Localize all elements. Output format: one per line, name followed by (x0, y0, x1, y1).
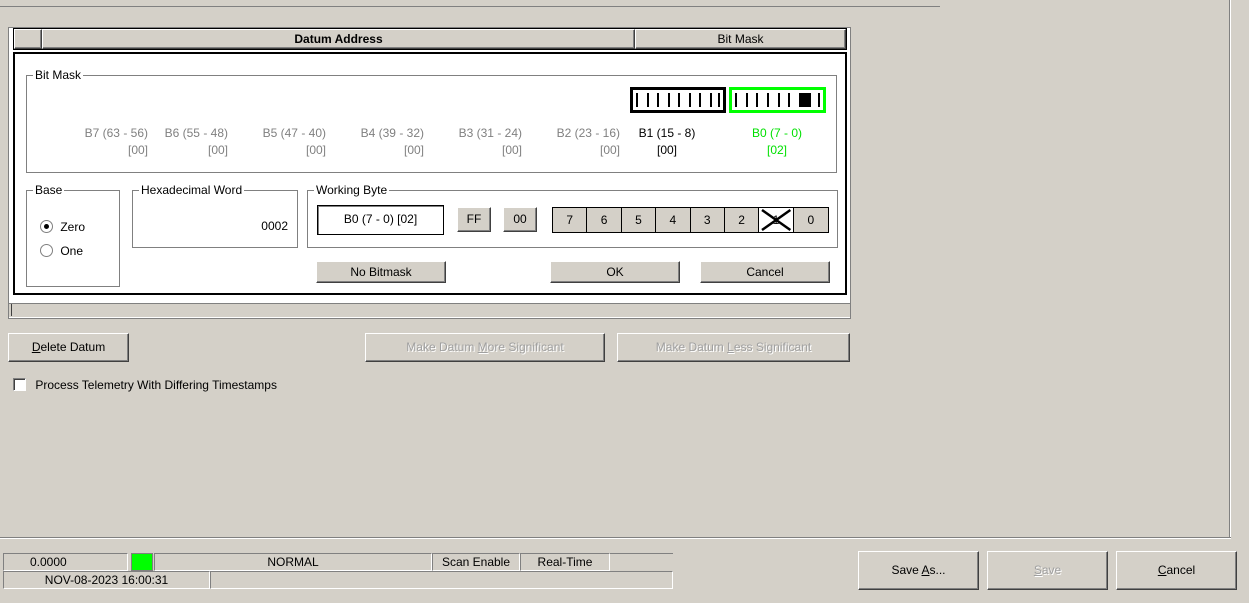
status-scan-enable: Scan Enable (432, 553, 520, 571)
bit-toggle-3[interactable]: 3 (690, 208, 725, 232)
mask-bit-cell (667, 93, 679, 107)
no-bitmask-button[interactable]: No Bitmask (316, 261, 446, 283)
base-one-label: One (60, 244, 84, 258)
mask-bit-cell (709, 93, 720, 107)
status-value: 0.0000 (3, 553, 128, 571)
bit-toggle-5[interactable]: 5 (621, 208, 657, 232)
bit-set-x-icon (761, 208, 792, 232)
status-message (210, 571, 673, 589)
byte-b7: B7 (63 - 56) [00] (60, 125, 148, 159)
bit-label: 5 (635, 213, 642, 227)
set-00-button[interactable]: 00 (503, 207, 537, 232)
byte-b0-mask-visual (729, 87, 826, 113)
process-telemetry-label: Process Telemetry With Differing Timesta… (35, 378, 277, 392)
mask-bit-cell (735, 93, 746, 107)
working-byte-label: Working Byte (314, 183, 390, 197)
radio-empty-icon (40, 244, 53, 257)
save-button[interactable]: Save (987, 551, 1108, 590)
mask-bit-cell (756, 93, 767, 107)
base-zero-label: Zero (60, 220, 86, 234)
byte-value: [00] (305, 143, 326, 157)
bit-toggle-4[interactable]: 4 (656, 208, 691, 232)
byte-b0[interactable]: B0 (7 - 0) [02] (730, 125, 824, 159)
mask-bit-cell (809, 93, 820, 107)
bit-label: 2 (738, 213, 745, 227)
make-datum-more-significant-button[interactable]: Make Datum More Significant (365, 333, 605, 362)
base-one-radio[interactable]: One (40, 243, 83, 259)
bitmask-group-label: Bit Mask (33, 68, 84, 82)
base-group-label: Base (33, 183, 65, 197)
mask-bit-cell (636, 93, 647, 107)
header-index-cell[interactable] (14, 29, 42, 49)
byte-label: B2 (23 - 16) (556, 126, 620, 140)
bit-label: 3 (703, 213, 711, 227)
top-ruler (0, 0, 940, 7)
status-mode: NORMAL (154, 553, 432, 571)
header-datum-address[interactable]: Datum Address (42, 29, 635, 49)
mask-bit-cell (699, 93, 710, 107)
byte-b5: B5 (47 - 40) [00] (240, 125, 326, 159)
set-ff-button[interactable]: FF (457, 207, 491, 232)
byte-label: B0 (7 - 0) (751, 126, 802, 140)
status-timestamp: NOV-08-2023 16:00:31 (3, 571, 210, 589)
byte-value: [00] (207, 143, 228, 157)
byte-label: B6 (55 - 48) (164, 126, 228, 140)
byte-b4: B4 (39 - 32) [00] (338, 125, 424, 159)
ok-button[interactable]: OK (550, 261, 680, 283)
bit-label: 7 (566, 213, 574, 227)
byte-value: [00] (599, 143, 620, 157)
save-as-button[interactable]: Save As... (858, 551, 979, 590)
byte-label: B1 (15 - 8) (638, 126, 696, 140)
byte-b3: B3 (31 - 24) [00] (436, 125, 522, 159)
make-datum-less-significant-button[interactable]: Make Datum Less Significant (617, 333, 850, 362)
byte-label: B5 (47 - 40) (262, 126, 326, 140)
mask-bit-cell (745, 93, 757, 107)
byte-label: B4 (39 - 32) (360, 126, 424, 140)
bit-toggle-6[interactable]: 6 (587, 208, 622, 232)
mask-bit-cell (657, 93, 668, 107)
horizontal-scrollbar[interactable] (9, 303, 850, 317)
hex-word-label: Hexadecimal Word (139, 183, 245, 197)
byte-value: [02] (766, 143, 787, 157)
bit-label: 4 (669, 213, 677, 227)
bit-toggle-row: 7 6 5 4 3 210 (552, 207, 829, 233)
header-bit-mask[interactable]: Bit Mask (635, 29, 846, 49)
byte-b2: B2 (23 - 16) [00] (534, 125, 620, 159)
mask-bit-cell (777, 93, 789, 107)
byte-value: [00] (501, 143, 522, 157)
delete-datum-button[interactable]: Delete Datum (8, 333, 129, 362)
mask-bit-cell (678, 93, 689, 107)
bit-label: 0 (807, 213, 815, 227)
status-indicator (131, 553, 153, 571)
bit-toggle-1[interactable]: 1 (759, 208, 794, 232)
cancel-dialog-button[interactable]: Cancel (700, 261, 830, 283)
working-byte-field[interactable]: B0 (7 - 0) [02] (317, 205, 444, 235)
cancel-button[interactable]: Cancel (1116, 551, 1237, 590)
hex-word-value: 0002 (261, 219, 288, 233)
radio-selected-icon (40, 220, 53, 233)
checkbox-box-icon (13, 378, 26, 391)
byte-b6: B6 (55 - 48) [00] (142, 125, 228, 159)
bit-toggle-7[interactable]: 7 (553, 208, 588, 232)
byte-value: [00] (403, 143, 424, 157)
mask-bit-cell (646, 93, 658, 107)
base-group: Base (26, 183, 120, 287)
byte-label: B3 (31 - 24) (458, 126, 522, 140)
bit-toggle-0[interactable]: 0 (793, 208, 828, 232)
mask-bit-cell (788, 93, 799, 107)
bit-toggle-2[interactable]: 2 (724, 208, 760, 232)
byte-label: B7 (63 - 56) (84, 126, 148, 140)
status-real-time: Real-Time (520, 553, 610, 571)
byte-b1-mask-visual (630, 87, 726, 113)
datum-header: Datum Address Bit Mask (13, 28, 847, 50)
byte-value: [00] (656, 143, 677, 157)
byte-b1[interactable]: B1 (15 - 8) [00] (620, 125, 714, 159)
process-telemetry-checkbox[interactable]: Process Telemetry With Differing Timesta… (13, 377, 277, 393)
base-zero-radio[interactable]: Zero (40, 219, 85, 235)
bit-label: 6 (600, 213, 608, 227)
mask-bit-cell (766, 93, 778, 107)
byte-value: [00] (127, 143, 148, 157)
mask-bit-cell (688, 93, 700, 107)
mask-bit-cell (798, 93, 810, 107)
